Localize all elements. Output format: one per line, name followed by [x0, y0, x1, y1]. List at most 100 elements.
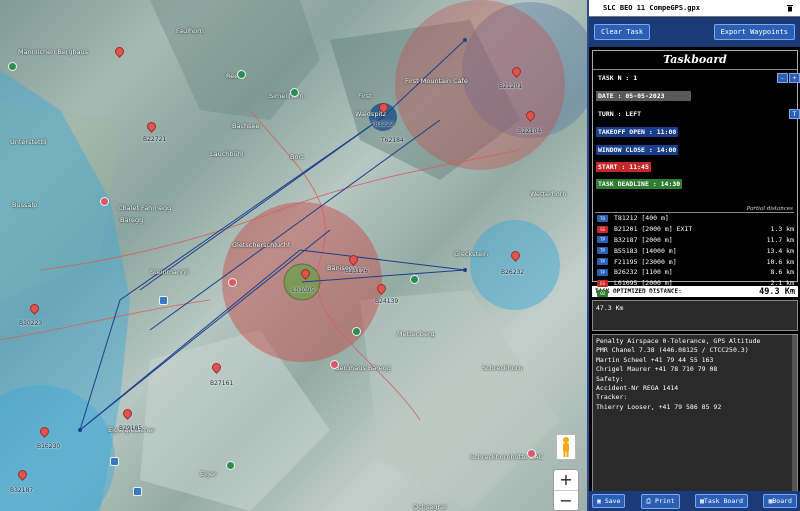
- clear-task-button[interactable]: Clear Task: [594, 24, 651, 40]
- waypoint-type-badge: TP: [597, 236, 608, 244]
- map-place-label: Bort: [290, 153, 304, 161]
- map-place-label: Berghaus Bäregg: [335, 364, 392, 372]
- transit-icon: [133, 487, 142, 496]
- distance-textarea[interactable]: 47.3 Km: [592, 300, 798, 331]
- hiking-icon: [226, 461, 235, 470]
- map-place-label: Bäregg: [120, 216, 144, 224]
- waypoint-label[interactable]: B32187: [10, 487, 33, 494]
- waypoint-row[interactable]: GO L01095 [400 m] CYLINDER 1.6 km: [595, 289, 794, 300]
- waypoint-distance: 13.4 km: [766, 246, 794, 255]
- note-line: PMR Chanel 7.38 (446.08125 / CTCC250.3): [596, 346, 749, 355]
- map-place-label: Steinmannli: [150, 268, 189, 276]
- waypoint-distance: 8.6 km: [770, 268, 794, 277]
- hiking-icon: [410, 275, 419, 284]
- map-view[interactable]: Männlichen Berghaus Faulhorn Reeti Simeliho…: [0, 0, 587, 511]
- waypoint-row[interactable]: SS B21201 [2000 m] EXIT 1.3 km: [595, 224, 794, 235]
- notes-scrollbar[interactable]: [792, 335, 797, 510]
- waypoint-row[interactable]: TO T81212 [400 m]: [595, 213, 794, 224]
- print-button[interactable]: ⎙ Print: [640, 493, 680, 509]
- save-label: Save: [604, 497, 621, 505]
- transit-icon: [159, 296, 168, 305]
- waypoint-label[interactable]: B26232: [501, 269, 524, 276]
- lodging-icon: [228, 278, 237, 287]
- transit-icon: [110, 457, 119, 466]
- hiking-icon: [352, 327, 361, 336]
- file-name: SLC BEO 11 CompeGPS.gpx: [603, 4, 700, 12]
- waypoint-label[interactable]: T81212: [371, 121, 394, 128]
- task-deadline: TASK DEADLINE : 14:30: [596, 179, 683, 189]
- waypoint-row[interactable]: ES L01095 [2000 m] 2.1 km: [595, 278, 794, 289]
- map-place-label: Ochsegrat: [413, 503, 447, 511]
- toolbar: Clear Task Export Waypoints: [589, 17, 800, 47]
- street-view-pegman[interactable]: [556, 434, 576, 460]
- waypoint-label[interactable]: B22721: [143, 136, 166, 143]
- save-button[interactable]: ▣ Save: [592, 494, 626, 508]
- waypoint-label[interactable]: B29185: [119, 425, 142, 432]
- waypoint-label[interactable]: B21201: [499, 83, 522, 90]
- waypoint-row[interactable]: TP B32187 [2000 m] 11.7 km: [595, 235, 794, 246]
- map-place-label: Gleckstein: [454, 250, 489, 258]
- waypoint-name: T81212 [400 m]: [614, 214, 669, 223]
- notes-textarea[interactable]: Penalty Airspace 0-Tolerance, GPS Altitu…: [592, 334, 798, 511]
- lodging-icon: [100, 197, 109, 206]
- waypoint-name: B55183 [14000 m]: [614, 246, 677, 255]
- map-place-label: Männlichen Berghaus: [18, 48, 89, 56]
- hiking-icon: [8, 62, 17, 71]
- export-waypoints-button[interactable]: Export Waypoints: [713, 24, 795, 40]
- task-board-button[interactable]: ▦Task Board: [695, 494, 749, 508]
- map-place-label: Eiger: [200, 470, 217, 478]
- waypoint-label[interactable]: B24139: [375, 298, 398, 305]
- plus-button[interactable]: +: [789, 73, 800, 83]
- bottom-toolbar: ▣ Save ⎙ Print ▦Task Board ▦Board: [589, 491, 800, 511]
- waypoint-label[interactable]: B30223: [19, 320, 42, 327]
- task-panel: SLC BEO 11 CompeGPS.gpx Clear Task Expor…: [587, 0, 800, 511]
- board-button[interactable]: ▦Board: [763, 494, 797, 508]
- zoom-out-button[interactable]: −: [554, 490, 578, 510]
- map-place-label: Chalet Fahrnegg: [118, 204, 172, 212]
- waypoint-name: B21201 [2000 m] EXIT: [614, 225, 693, 234]
- waypoint-row[interactable]: TP B26232 [1100 m] 8.6 km: [595, 267, 794, 278]
- map-place-label: Bussalp: [12, 201, 38, 209]
- waypoint-distance: 10.6 km: [766, 257, 794, 266]
- waypoint-type-badge: TP: [597, 268, 608, 276]
- waypoint-type-badge: SS: [597, 225, 608, 233]
- waypoint-name: F21195 [23000 m]: [614, 257, 677, 266]
- save-icon: ▣: [597, 497, 605, 505]
- task-board-label: Task Board: [703, 497, 744, 505]
- waypoint-label[interactable]: B16230: [37, 443, 60, 450]
- board-label: Board: [772, 497, 792, 505]
- t-button[interactable]: T: [789, 109, 800, 119]
- trash-icon[interactable]: [786, 4, 794, 12]
- hiking-icon: [237, 70, 246, 79]
- lodging-icon: [527, 449, 536, 458]
- map-place-label: Wetterhorn: [530, 190, 567, 198]
- map-place-label: First Mountain Cafe: [405, 77, 468, 85]
- minus-button[interactable]: -: [777, 73, 788, 83]
- waypoint-name: B26232 [1100 m]: [614, 268, 673, 277]
- note-line: Martin Scheel +41 79 44 55 163: [596, 355, 714, 364]
- zoom-in-button[interactable]: +: [554, 470, 578, 490]
- waypoint-label[interactable]: B22104: [518, 128, 541, 135]
- taskboard-title: Taskboard: [593, 51, 797, 70]
- file-bar: SLC BEO 11 CompeGPS.gpx: [589, 0, 800, 17]
- map-overlay: [0, 0, 587, 511]
- waypoint-type-badge: TP: [597, 258, 608, 266]
- waypoint-distance: 1.6 km: [770, 289, 794, 298]
- note-line: Accident-Nr REGA 1414: [596, 384, 679, 393]
- waypoint-label[interactable]: T62184: [381, 137, 404, 144]
- waypoint-list: TO T81212 [400 m] SS B21201 [2000 m] EXIT 1.…: [595, 212, 794, 299]
- map-place-label: Schreckhorn: [482, 364, 523, 372]
- map-place-label: Lauchbühl: [210, 150, 244, 158]
- map-place-label: Faulhorn: [176, 27, 204, 35]
- hiking-icon: [290, 88, 299, 97]
- waypoint-row[interactable]: TP B55183 [14000 m] 13.4 km: [595, 245, 794, 256]
- waypoint-label[interactable]: B27161: [210, 380, 233, 387]
- waypoint-label[interactable]: L01095: [292, 287, 314, 294]
- waypoint-name: L01095 [2000 m]: [614, 279, 673, 288]
- note-line: Penalty Airspace 0-Tolerance, GPS Altitu…: [596, 337, 761, 345]
- waypoint-row[interactable]: TP F21195 [23000 m] 10.6 km: [595, 256, 794, 267]
- note-line: Safety:: [596, 374, 624, 383]
- takeoff-open: TAKEOFF OPEN : 11:00: [596, 127, 679, 137]
- waypoint-label[interactable]: B23126: [345, 268, 368, 275]
- map-place-label: Bachsee: [232, 122, 260, 130]
